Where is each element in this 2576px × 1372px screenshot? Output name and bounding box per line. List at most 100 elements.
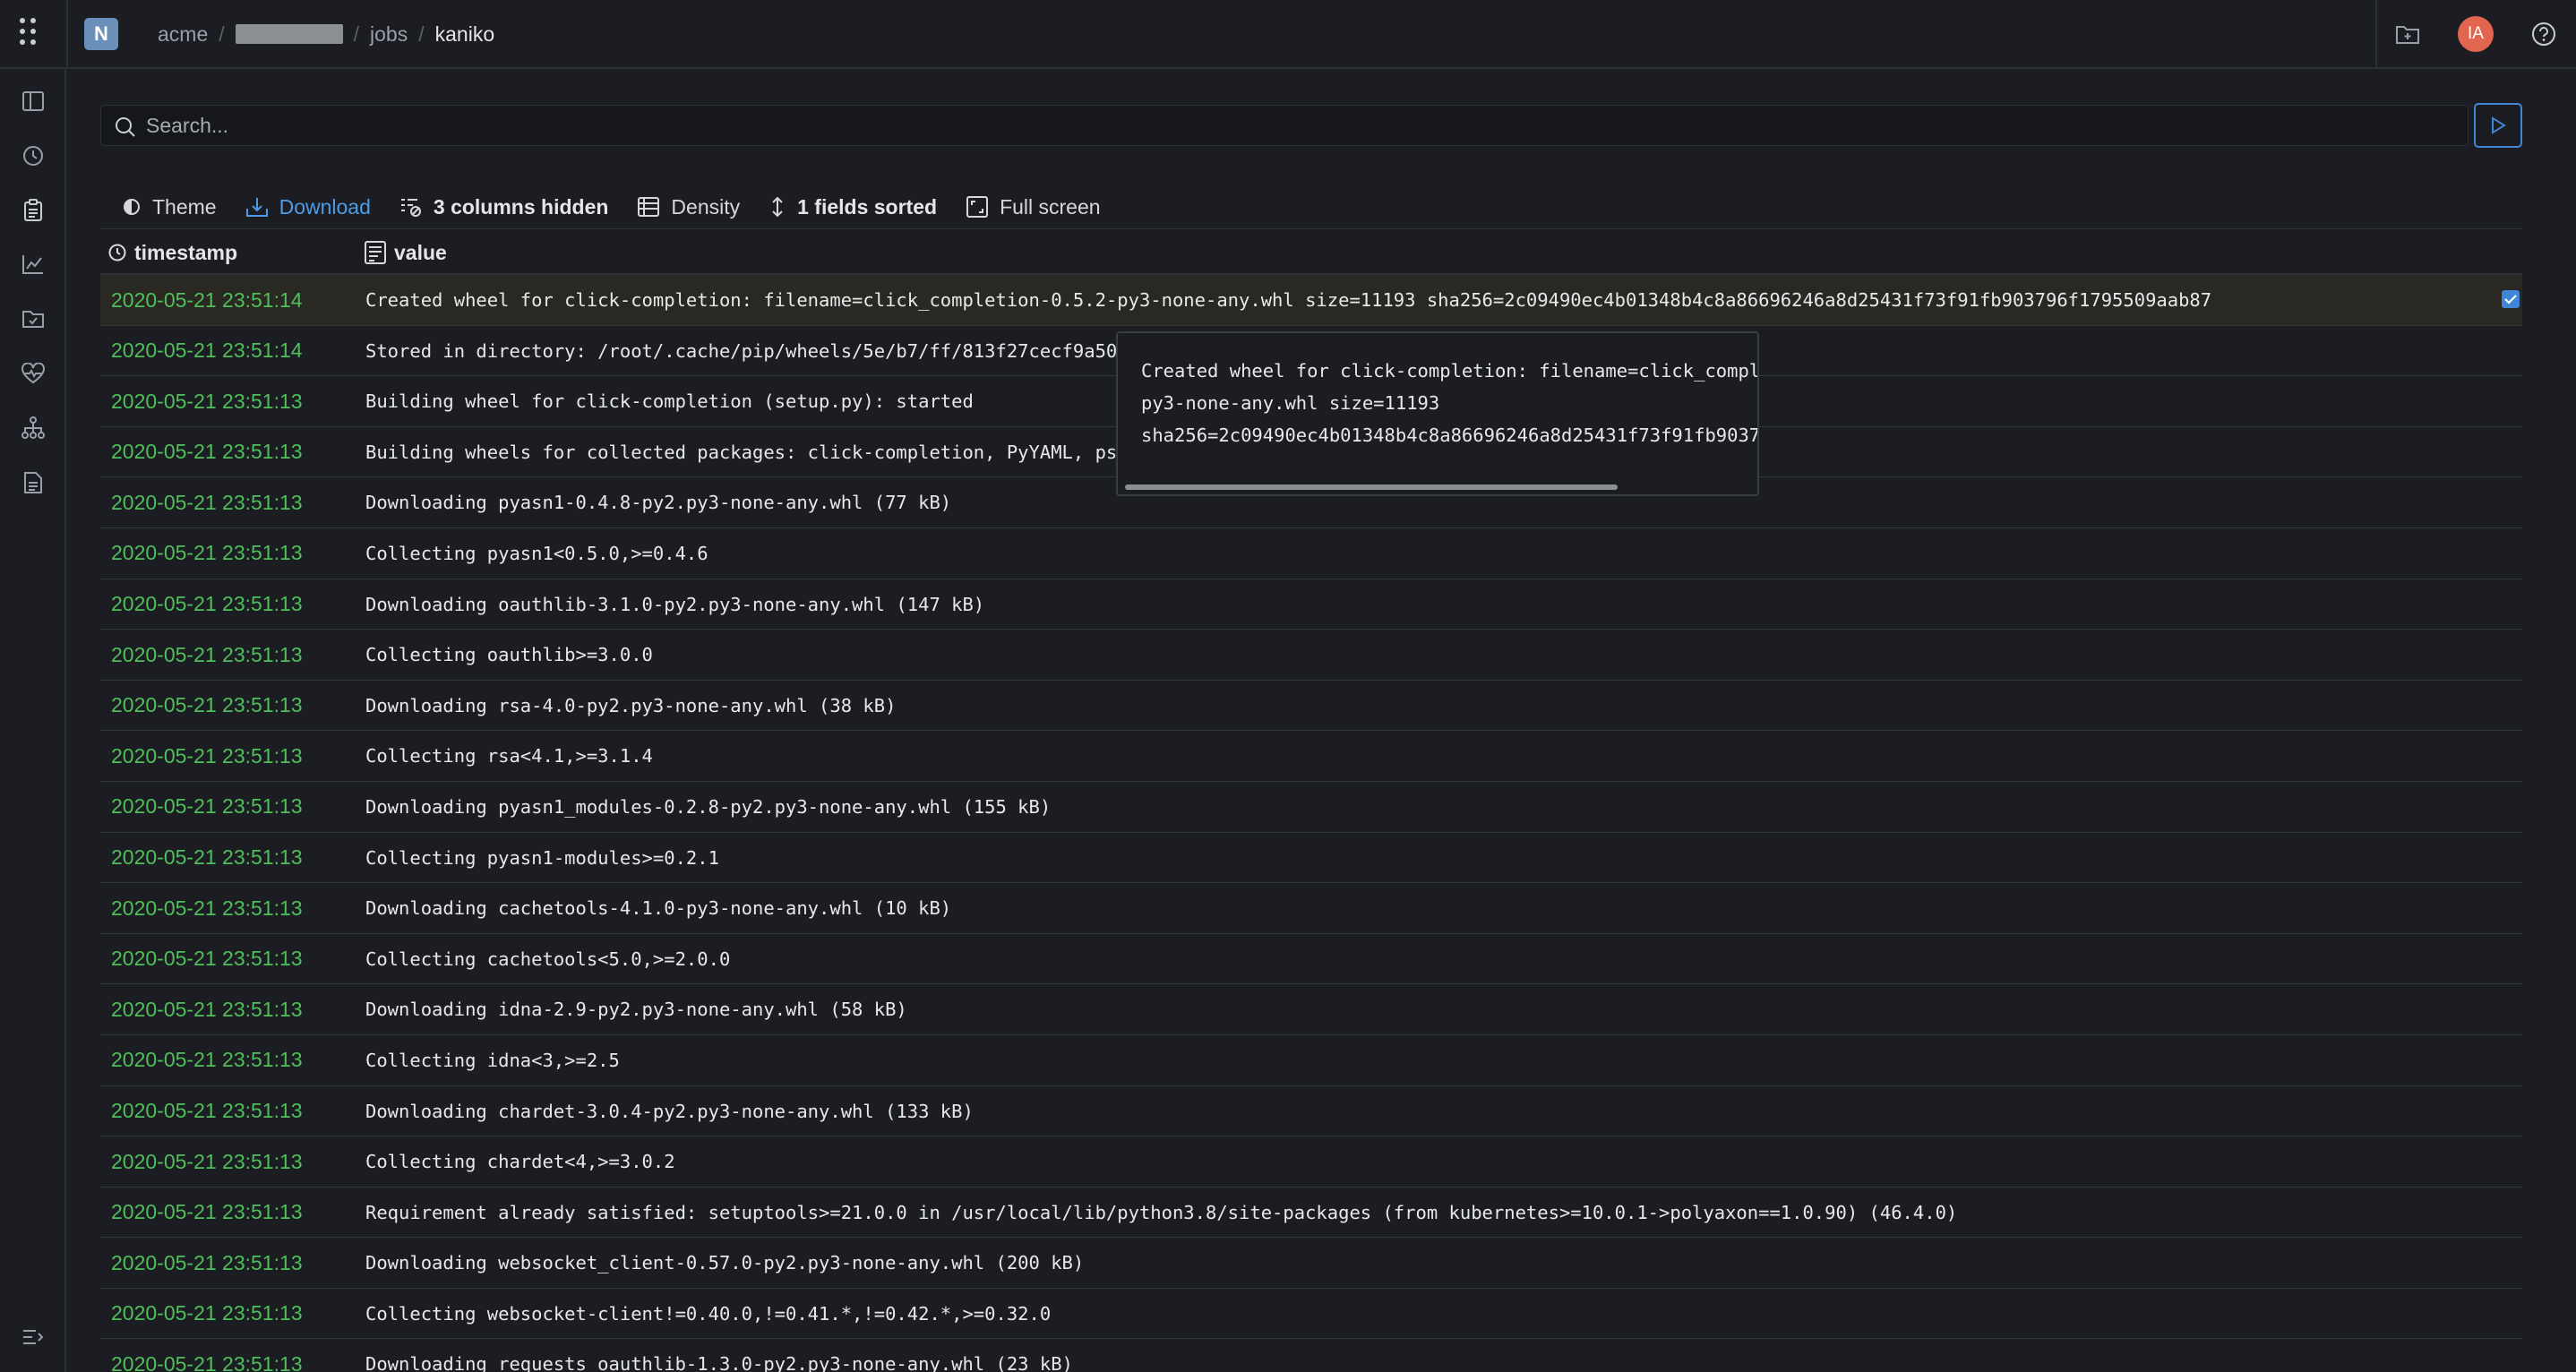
theme-button[interactable]: Theme: [122, 195, 217, 219]
cell-value: Downloading chardet-3.0.4-py2.py3-none-a…: [365, 1100, 974, 1122]
sidebar-health-heart-icon[interactable]: [15, 356, 51, 391]
search-input[interactable]: [146, 106, 2457, 145]
cell-timestamp: 2020-05-21 23:51:13: [111, 845, 303, 870]
table-row[interactable]: 2020-05-21 23:51:14 Created wheel for cli…: [100, 275, 2522, 326]
cell-timestamp: 2020-05-21 23:51:13: [111, 997, 303, 1021]
cell-value-tooltip: Created wheel for click-completion: file…: [1116, 331, 1759, 496]
main-content: Theme Download 3 columns hidden Density …: [68, 71, 2576, 1372]
cell-value: Collecting cachetools<5.0,>=2.0.0: [365, 948, 731, 970]
sidebar-lineage-tree-icon[interactable]: [15, 410, 51, 446]
tooltip-text: Created wheel for click-completion: file…: [1141, 360, 1759, 446]
sidebar-metrics-chart-icon[interactable]: [15, 246, 51, 282]
top-right-separator: [2375, 0, 2377, 69]
cell-value: Downloading pyasn1-0.4.8-py2.py3-none-an…: [365, 492, 952, 514]
density-button[interactable]: Density: [637, 195, 740, 219]
apps-grid-icon[interactable]: [18, 16, 43, 52]
cell-value: Stored in directory: /root/.cache/pip/wh…: [365, 339, 1139, 362]
sorted-fields-label: 1 fields sorted: [797, 194, 938, 219]
cell-value: Downloading idna-2.9-py2.py3-none-any.wh…: [365, 999, 907, 1021]
sidebar-artifacts-folder-icon[interactable]: [15, 301, 51, 337]
cell-value: Building wheel for click-completion (set…: [365, 390, 974, 413]
table-row[interactable]: 2020-05-21 23:51:13 Collecting rsa<4.1,>=…: [100, 731, 2522, 782]
column-header-value[interactable]: value: [364, 229, 447, 276]
cell-timestamp: 2020-05-21 23:51:13: [111, 693, 303, 717]
full-screen-label: Full screen: [1000, 194, 1101, 219]
breadcrumb-separator: /: [219, 21, 225, 46]
table-row[interactable]: 2020-05-21 23:51:13 Downloading idna-2.9-…: [100, 984, 2522, 1035]
cell-timestamp: 2020-05-21 23:51:13: [111, 440, 303, 464]
cell-timestamp: 2020-05-21 23:51:13: [111, 1099, 303, 1122]
sidebar-expand-menu-icon[interactable]: [15, 1319, 51, 1355]
run-search-button[interactable]: [2474, 103, 2522, 148]
breadcrumb-project-redacted[interactable]: [235, 24, 343, 44]
cell-timestamp: 2020-05-21 23:51:13: [111, 794, 303, 819]
table-row[interactable]: 2020-05-21 23:51:13 Downloading requests_…: [100, 1339, 2522, 1372]
table-row[interactable]: 2020-05-21 23:51:13 Downloading websocket…: [100, 1238, 2522, 1289]
sidebar-toggle-panel-icon[interactable]: [15, 83, 51, 119]
search-bar: [100, 105, 2469, 146]
full-screen-button[interactable]: Full screen: [966, 194, 1101, 219]
table-row[interactable]: 2020-05-21 23:51:13 Downloading pyasn1_mo…: [100, 782, 2522, 833]
download-button[interactable]: Download: [245, 195, 371, 219]
theme-label: Theme: [152, 194, 217, 219]
table-row[interactable]: 2020-05-21 23:51:13 Downloading oauthlib-…: [100, 579, 2522, 630]
table-row[interactable]: 2020-05-21 23:51:13 Collecting idna<3,>=2…: [100, 1035, 2522, 1086]
cell-value: Downloading rsa-4.0-py2.py3-none-any.whl…: [365, 694, 897, 716]
cell-value: Downloading requests_oauthlib-1.3.0-py2.…: [365, 1353, 1073, 1372]
hidden-columns-button[interactable]: 3 columns hidden: [399, 194, 609, 219]
table-row[interactable]: 2020-05-21 23:51:13 Collecting pyasn1-mod…: [100, 833, 2522, 884]
sort-arrows-icon: [772, 196, 783, 218]
cell-timestamp: 2020-05-21 23:51:13: [111, 1149, 303, 1173]
cell-value: Collecting idna<3,>=2.5: [365, 1049, 620, 1071]
table-row[interactable]: 2020-05-21 23:51:13 Downloading cachetool…: [100, 883, 2522, 934]
sidebar: [0, 69, 66, 1372]
cell-timestamp: 2020-05-21 23:51:13: [111, 1351, 303, 1372]
cell-timestamp: 2020-05-21 23:51:13: [111, 1250, 303, 1274]
hidden-columns-label: 3 columns hidden: [433, 194, 609, 219]
column-header-timestamp[interactable]: timestamp: [107, 229, 237, 276]
columns-hidden-icon: [400, 199, 421, 217]
cell-timestamp: 2020-05-21 23:51:14: [111, 339, 303, 363]
help-icon[interactable]: [2528, 18, 2560, 50]
top-bar: N acme / / jobs / kaniko IA: [0, 0, 2576, 69]
breadcrumb-separator: /: [418, 21, 425, 46]
table-row[interactable]: 2020-05-21 23:51:13 Downloading chardet-3…: [100, 1086, 2522, 1137]
breadcrumb-separator: /: [353, 21, 360, 46]
table-row[interactable]: 2020-05-21 23:51:13 Requirement already s…: [100, 1188, 2522, 1239]
user-avatar[interactable]: IA: [2458, 16, 2494, 52]
breadcrumb-org[interactable]: acme: [158, 22, 208, 47]
fullscreen-icon: [966, 196, 989, 218]
cell-value: Collecting oauthlib>=3.0.0: [365, 644, 653, 666]
cell-value: Collecting rsa<4.1,>=3.1.4: [365, 745, 653, 767]
cell-value: Building wheels for collected packages: …: [365, 441, 1139, 463]
cell-timestamp: 2020-05-21 23:51:13: [111, 490, 303, 514]
play-icon: [2492, 116, 2506, 134]
cell-value: Collecting pyasn1<0.5.0,>=0.4.6: [365, 542, 708, 564]
tooltip-horizontal-scrollbar[interactable]: [1125, 484, 1618, 490]
row-selected-checkbox[interactable]: [2502, 290, 2520, 308]
org-logo[interactable]: N: [84, 18, 118, 50]
cell-value: Collecting chardet<4,>=3.0.2: [365, 1151, 675, 1173]
table-row[interactable]: 2020-05-21 23:51:13 Collecting chardet<4,…: [100, 1136, 2522, 1188]
table-row[interactable]: 2020-05-21 23:51:13 Collecting pyasn1<0.5…: [100, 528, 2522, 579]
table-row[interactable]: 2020-05-21 23:51:13 Collecting oauthlib>=…: [100, 630, 2522, 681]
sorted-fields-button[interactable]: 1 fields sorted: [769, 195, 937, 219]
clock-icon: [108, 244, 126, 262]
table-header: timestamp value: [100, 228, 2522, 275]
cell-timestamp: 2020-05-21 23:51:14: [111, 287, 303, 312]
table-toolbar: Theme Download 3 columns hidden Density …: [122, 189, 1129, 225]
cell-value: Downloading oauthlib-3.1.0-py2.py3-none-…: [365, 593, 985, 615]
sidebar-document-icon[interactable]: [15, 465, 51, 501]
cell-timestamp: 2020-05-21 23:51:13: [111, 1200, 303, 1224]
cell-timestamp: 2020-05-21 23:51:13: [111, 541, 303, 565]
table-row[interactable]: 2020-05-21 23:51:13 Collecting websocket-…: [100, 1289, 2522, 1340]
table-row[interactable]: 2020-05-21 23:51:13 Collecting cachetools…: [100, 934, 2522, 985]
top-separator: [66, 0, 68, 69]
cell-timestamp: 2020-05-21 23:51:13: [111, 1048, 303, 1072]
breadcrumb-section[interactable]: jobs: [370, 22, 408, 47]
sidebar-history-icon[interactable]: [15, 138, 51, 174]
table-row[interactable]: 2020-05-21 23:51:13 Downloading rsa-4.0-p…: [100, 681, 2522, 732]
folder-plus-icon[interactable]: [2391, 18, 2424, 50]
cell-timestamp: 2020-05-21 23:51:13: [111, 896, 303, 920]
sidebar-logs-clipboard-icon[interactable]: [15, 193, 51, 228]
